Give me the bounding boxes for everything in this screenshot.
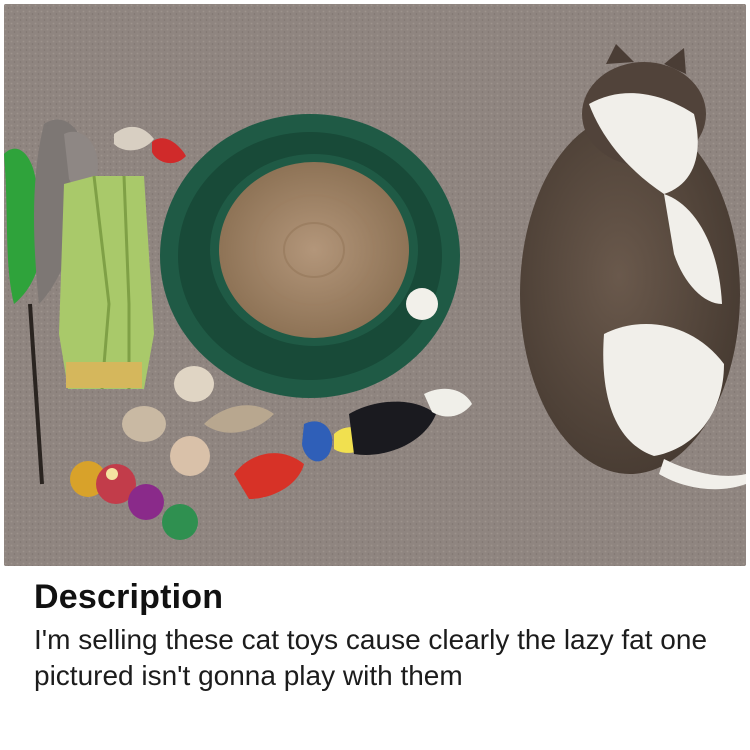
description-panel: Description I'm selling these cat toys c… xyxy=(0,566,750,750)
corn-cob-toy xyxy=(59,175,154,390)
scratcher-track-toy xyxy=(160,114,460,398)
post-frame: Description I'm selling these cat toys c… xyxy=(0,0,750,750)
description-heading: Description xyxy=(34,578,224,616)
ball-toy xyxy=(406,288,438,320)
description-text: I'm selling these cat toys cause clearly… xyxy=(34,624,708,691)
listing-photo xyxy=(4,4,746,566)
